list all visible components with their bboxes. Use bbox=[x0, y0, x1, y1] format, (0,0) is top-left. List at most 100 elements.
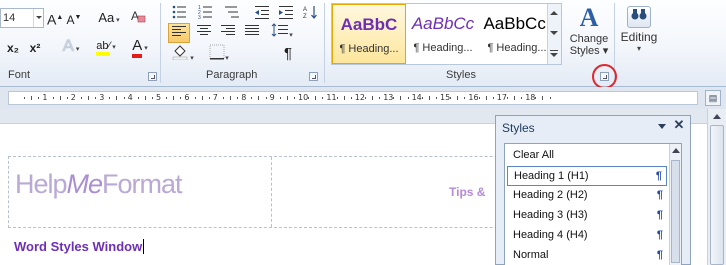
ruler-scale[interactable]: 1 2 3 4 5 6 7 8 9 10 11 12 13 14 15 16 17 18 bbox=[8, 91, 698, 105]
change-case-button[interactable]: Aa ▾ bbox=[96, 8, 122, 28]
align-left-icon bbox=[172, 26, 186, 36]
sort-icon: AZ bbox=[303, 6, 317, 20]
style-item-heading-2[interactable]: Heading 2 (H2) ¶ bbox=[507, 186, 667, 206]
ruler-tick bbox=[144, 96, 146, 100]
style-item-heading-4[interactable]: Heading 4 (H4) ¶ bbox=[507, 226, 667, 246]
ruler-number: 17 bbox=[496, 93, 507, 102]
styles-pane-title: Styles bbox=[502, 121, 535, 135]
change-styles-button[interactable]: A Change Styles ▾ bbox=[563, 3, 615, 67]
ruler-tick bbox=[485, 96, 487, 100]
ruler-tick bbox=[88, 96, 89, 100]
svg-text:Z: Z bbox=[303, 14, 307, 20]
subscript-button[interactable]: x₂ bbox=[4, 38, 22, 58]
align-right-icon bbox=[221, 25, 235, 35]
superscript-button[interactable]: x² bbox=[26, 38, 44, 58]
gallery-scroll-up-button[interactable] bbox=[547, 4, 561, 24]
ruler-tick bbox=[514, 96, 515, 100]
decrease-indent-button[interactable] bbox=[252, 4, 272, 24]
chevron-up-icon bbox=[550, 11, 558, 15]
show-marks-button[interactable]: ¶ bbox=[278, 44, 298, 64]
highlight-color-button[interactable]: ab⁄ ▾ bbox=[92, 36, 120, 56]
align-left-button[interactable] bbox=[168, 23, 190, 43]
ruler-tick bbox=[173, 96, 175, 100]
align-center-button[interactable] bbox=[194, 23, 214, 43]
sort-button[interactable]: AZ bbox=[300, 4, 320, 24]
eraser-icon: A bbox=[131, 9, 146, 23]
borders-icon bbox=[209, 44, 225, 60]
font-size-value: 14 bbox=[3, 12, 16, 24]
style-gallery-item-heading-3[interactable]: AaBbCcI ¶ Heading... bbox=[480, 4, 554, 64]
style-item-normal[interactable]: Normal ¶ bbox=[507, 246, 667, 265]
numbering-button[interactable]: 123 bbox=[196, 4, 218, 24]
clear-formatting-button[interactable]: A bbox=[128, 8, 148, 28]
font-size-box[interactable]: 14 bbox=[0, 8, 44, 28]
style-item-clear-all[interactable]: Clear All bbox=[507, 146, 667, 166]
gallery-more-button[interactable] bbox=[547, 44, 561, 64]
gallery-scroll-down-button[interactable] bbox=[547, 24, 561, 44]
vertical-scrollbar[interactable] bbox=[707, 109, 726, 265]
ruler-tick bbox=[308, 97, 310, 99]
scrollbar-thumb[interactable] bbox=[710, 125, 724, 265]
ruler-number: 15 bbox=[440, 93, 451, 102]
ruler-tick bbox=[435, 97, 437, 99]
paragraph-mark-icon: ¶ bbox=[656, 229, 663, 241]
ruler-tick bbox=[222, 97, 224, 99]
style-sample: AaBbC bbox=[340, 15, 398, 34]
scroll-up-arrow-icon[interactable] bbox=[672, 148, 680, 153]
ruler-tick bbox=[166, 97, 168, 99]
pane-options-chevron-icon[interactable] bbox=[656, 120, 668, 132]
group-divider bbox=[324, 3, 325, 83]
ruler-tick bbox=[52, 97, 54, 99]
quick-styles-gallery: AaBbC ¶ Heading... AaBbCc ¶ Heading... A… bbox=[331, 3, 562, 65]
close-icon[interactable]: ✕ bbox=[672, 118, 686, 132]
styles-list: Clear All Heading 1 (H1) ¶ Heading 2 (H2)… bbox=[504, 143, 682, 265]
style-item-heading-1[interactable]: Heading 1 (H1) ¶ bbox=[507, 166, 667, 186]
ruler-tick bbox=[258, 96, 260, 100]
paragraph-group-label: Paragraph bbox=[206, 69, 258, 81]
grow-font-button[interactable]: A▲ bbox=[47, 8, 63, 28]
line-spacing-button[interactable]: ▾ bbox=[268, 23, 296, 43]
line-spacing-icon bbox=[271, 23, 289, 37]
scrollbar-thumb[interactable] bbox=[671, 160, 680, 263]
ruler-tick bbox=[450, 97, 452, 99]
justify-button[interactable] bbox=[242, 23, 262, 43]
bullets-button[interactable] bbox=[170, 4, 192, 24]
scroll-up-arrow-icon[interactable] bbox=[713, 114, 721, 119]
increase-indent-button[interactable] bbox=[276, 4, 296, 24]
font-color-button[interactable]: A ▾ bbox=[127, 36, 153, 58]
ruler-number: 9 bbox=[269, 93, 275, 102]
chevron-down-icon[interactable] bbox=[33, 9, 43, 27]
ruler-tick bbox=[194, 97, 196, 99]
paragraph-dialog-launcher[interactable] bbox=[309, 72, 318, 81]
shrink-font-button[interactable]: A▼ bbox=[66, 8, 82, 28]
ruler-tick bbox=[109, 97, 111, 99]
numbered-list-icon: 123 bbox=[198, 5, 212, 21]
ruler-tick bbox=[237, 97, 239, 99]
style-gallery-item-heading-1[interactable]: AaBbC ¶ Heading... bbox=[332, 4, 406, 64]
align-right-button[interactable] bbox=[218, 23, 238, 43]
text-cursor bbox=[143, 239, 145, 254]
style-gallery-item-heading-2[interactable]: AaBbCc ¶ Heading... bbox=[406, 4, 480, 64]
logo: HelpMeFormat bbox=[15, 169, 183, 199]
ruler-tick bbox=[506, 97, 508, 99]
justify-icon bbox=[245, 25, 259, 35]
ruler-tick bbox=[492, 97, 494, 99]
group-divider bbox=[160, 3, 161, 83]
ruler-tick bbox=[372, 96, 373, 100]
ruler-tick bbox=[24, 97, 26, 99]
ruler-tick bbox=[208, 97, 210, 99]
font-dialog-launcher[interactable] bbox=[148, 72, 157, 81]
text-effects-button[interactable]: A ▾ bbox=[58, 36, 84, 56]
style-name: ¶ Heading... bbox=[339, 43, 399, 55]
styles-list-scrollbar[interactable] bbox=[669, 144, 681, 265]
style-item-heading-3[interactable]: Heading 3 (H3) ¶ bbox=[507, 206, 667, 226]
align-center-icon bbox=[197, 25, 211, 35]
editing-button[interactable]: Editing ▾ bbox=[619, 3, 659, 67]
document-heading[interactable]: Word Styles Window bbox=[14, 239, 145, 254]
borders-button[interactable]: ▾ bbox=[204, 44, 234, 64]
shading-button[interactable]: ▾ bbox=[168, 44, 198, 64]
ruler-tick bbox=[230, 96, 231, 100]
multilevel-list-button[interactable] bbox=[222, 4, 244, 24]
ruler-tick bbox=[542, 96, 544, 100]
view-ruler-button[interactable]: ▤ bbox=[705, 90, 721, 106]
